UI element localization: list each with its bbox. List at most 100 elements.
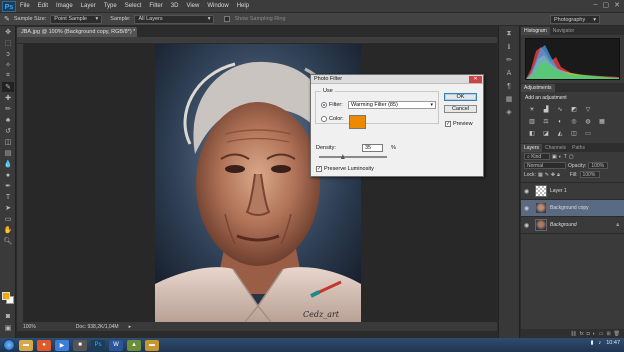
ok-button[interactable]: OK <box>444 93 477 101</box>
history-brush-icon[interactable]: ↺ <box>2 126 14 136</box>
layer-row[interactable]: ◉ Background 🔒︎ <box>521 217 624 234</box>
filter-pixel-icon[interactable]: ▣ <box>552 154 557 160</box>
kind-select[interactable]: ⌕ Kind <box>524 153 550 160</box>
selective-color-icon[interactable]: ◫ <box>569 129 579 138</box>
menu-select[interactable]: Select <box>121 3 146 9</box>
tab-adjustments[interactable]: Adjustments <box>521 84 555 92</box>
menu-edit[interactable]: Edit <box>34 3 52 9</box>
healing-brush-icon[interactable]: ✚ <box>2 93 14 103</box>
eye-icon[interactable]: ◉ <box>524 188 532 195</box>
dialog-close-button[interactable]: ✕ <box>469 76 482 83</box>
lock-pixels-icon[interactable]: ✎ <box>545 172 549 178</box>
fill-input[interactable]: 100% <box>579 171 600 178</box>
foreground-color-swatch[interactable] <box>2 292 10 300</box>
menu-filter[interactable]: Filter <box>145 3 166 9</box>
clock[interactable]: 10:47 <box>606 340 620 346</box>
opacity-input[interactable]: 100% <box>588 162 609 169</box>
hue-saturation-icon[interactable]: ▥ <box>527 117 537 126</box>
move-tool-icon[interactable]: ✥ <box>2 27 14 37</box>
filter-color-swatch[interactable] <box>349 115 366 129</box>
color-balance-icon[interactable]: ⚖ <box>541 117 551 126</box>
lock-transparent-icon[interactable]: ▦ <box>538 172 543 178</box>
browser-icon[interactable]: ● <box>37 339 51 351</box>
blend-mode-select[interactable]: Normal <box>524 162 566 169</box>
menu-view[interactable]: View <box>182 3 203 9</box>
layer-row[interactable]: ◉ Layer 1 <box>521 183 624 200</box>
history-panel-icon[interactable]: ⧗ <box>502 29 516 39</box>
status-menu-arrow-icon[interactable]: ▸ <box>129 324 132 330</box>
tab-navigator[interactable]: Navigator <box>550 27 577 35</box>
close-button[interactable]: ✕ <box>614 1 620 9</box>
gradient-tool-icon[interactable]: ▤ <box>2 148 14 158</box>
eye-icon[interactable]: ◉ <box>524 205 532 212</box>
hand-tool-icon[interactable]: ✋ <box>2 225 14 235</box>
sample-size-select[interactable]: Point Sample ▾ <box>50 14 103 24</box>
menu-image[interactable]: Image <box>52 3 77 9</box>
filter-select[interactable]: Warming Filter (85) ▾ <box>348 101 436 109</box>
path-select-icon[interactable]: ➤ <box>2 203 14 213</box>
photoshop-taskbar-icon[interactable]: Ps <box>91 339 105 351</box>
start-button[interactable] <box>3 339 15 351</box>
menu-file[interactable]: File <box>16 3 34 9</box>
invert-icon[interactable]: ◧ <box>527 129 537 138</box>
pen-tool-icon[interactable]: ✒ <box>2 181 14 191</box>
sample-select[interactable]: All Layers ▾ <box>134 14 215 24</box>
lock-all-icon[interactable]: 🔒︎ <box>557 172 560 178</box>
filter-radio[interactable] <box>321 102 327 108</box>
folder-icon[interactable]: ▬ <box>145 339 159 351</box>
menu-window[interactable]: Window <box>203 3 232 9</box>
zoom-tool-icon[interactable]: 🔍︎ <box>2 236 14 246</box>
black-white-icon[interactable]: ◐ <box>555 117 565 126</box>
tab-layers[interactable]: Layers <box>521 144 543 152</box>
paragraph-panel-icon[interactable]: ¶ <box>502 81 516 91</box>
menu-help[interactable]: Help <box>233 3 253 9</box>
crop-tool-icon[interactable]: ⌗ <box>2 71 14 81</box>
shape-tool-icon[interactable]: ▭ <box>2 214 14 224</box>
preview-checkbox[interactable]: ✓ <box>445 121 451 127</box>
type-tool-icon[interactable]: T <box>2 192 14 202</box>
quick-mask-icon[interactable]: ◙ <box>2 311 14 321</box>
screen-mode-icon[interactable]: ▣ <box>2 323 14 333</box>
quick-select-tool-icon[interactable]: ✧ <box>2 60 14 70</box>
tab-paths[interactable]: Paths <box>569 144 588 152</box>
color-radio[interactable] <box>321 116 327 122</box>
lock-position-icon[interactable]: ✥ <box>551 172 555 178</box>
lasso-tool-icon[interactable]: ↄ <box>2 49 14 59</box>
eyedropper-tool-icon[interactable]: ✎ <box>4 15 10 23</box>
gradient-map-icon[interactable]: ▭ <box>583 129 593 138</box>
zoom-level[interactable]: 100% <box>23 324 36 330</box>
character-panel-icon[interactable]: A <box>502 68 516 78</box>
layer-row[interactable]: ◉ Background copy <box>521 200 624 217</box>
cancel-button[interactable]: Cancel <box>444 105 477 113</box>
document-tab[interactable]: JBA.jpg @ 100% (Background copy, RGB/8*)… <box>17 27 137 37</box>
brightness-contrast-icon[interactable]: ☀ <box>527 105 537 114</box>
new-group-icon[interactable]: ▭ <box>599 331 604 337</box>
filter-type-icon[interactable]: T <box>564 154 567 160</box>
new-adjustment-icon[interactable]: ◐ <box>593 331 596 337</box>
eye-icon[interactable]: ◉ <box>524 222 532 229</box>
threshold-icon[interactable]: ◭ <box>555 129 565 138</box>
eyedropper-icon[interactable]: ✎ <box>2 82 14 92</box>
photo-filter-icon[interactable]: ◎ <box>569 117 579 126</box>
picture-icon[interactable]: ▲ <box>127 339 141 351</box>
workspace-select[interactable]: Photography ▾ <box>550 15 600 24</box>
curves-icon[interactable]: ∿ <box>555 105 565 114</box>
add-mask-icon[interactable]: ◘ <box>587 331 590 337</box>
volume-icon[interactable]: ♪ <box>598 340 601 346</box>
new-layer-icon[interactable]: ⊞ <box>606 331 610 337</box>
brush-tool-icon[interactable]: ✏ <box>2 104 14 114</box>
preserve-luminosity-checkbox[interactable]: ✓ <box>316 166 322 172</box>
levels-icon[interactable]: ▟ <box>541 105 551 114</box>
color-lookup-icon[interactable]: ▦ <box>597 117 607 126</box>
clone-stamp-icon[interactable]: ♣ <box>2 115 14 125</box>
menu-type[interactable]: Type <box>100 3 121 9</box>
marquee-tool-icon[interactable]: ⬚ <box>2 38 14 48</box>
filter-adjustment-icon[interactable]: ◐ <box>559 154 562 160</box>
posterize-icon[interactable]: ◪ <box>541 129 551 138</box>
dodge-tool-icon[interactable]: ● <box>2 170 14 180</box>
minimize-button[interactable]: – <box>594 1 598 9</box>
tab-histogram[interactable]: Histogram <box>521 27 550 35</box>
exposure-icon[interactable]: ◩ <box>569 105 579 114</box>
blur-tool-icon[interactable]: 💧 <box>2 159 14 169</box>
properties-panel-icon[interactable]: ℹ <box>502 42 516 52</box>
